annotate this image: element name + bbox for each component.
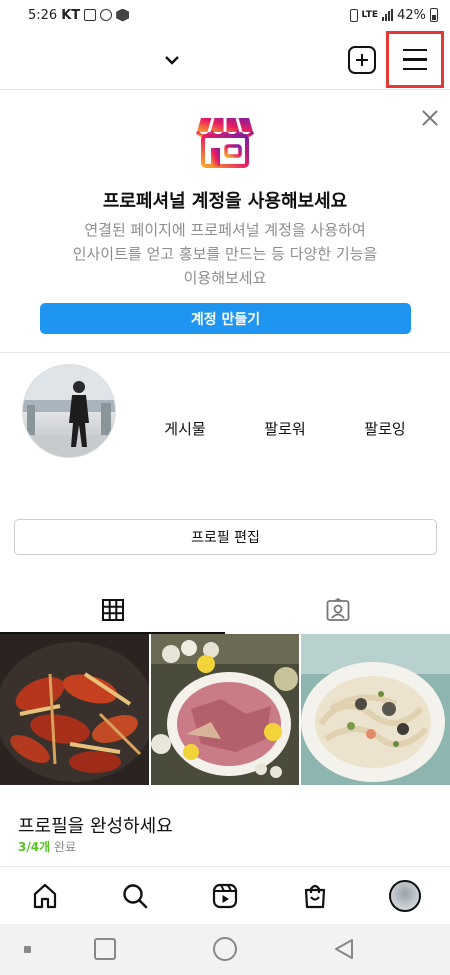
system-indicator-dot — [24, 946, 31, 953]
vibrate-icon — [349, 8, 358, 22]
home-icon — [33, 883, 57, 908]
promo-description-line: 이용해보세요 — [183, 269, 267, 287]
reels-icon — [212, 883, 238, 908]
status-left: 5:26 KT — [28, 7, 130, 23]
new-post-icon[interactable] — [348, 46, 376, 74]
chevron-down-icon[interactable] — [160, 48, 184, 72]
create-account-button[interactable]: 계정 만들기 — [40, 303, 411, 334]
system-nav-bar — [0, 924, 450, 975]
app-notification-icon — [116, 8, 130, 22]
profile-avatar-small — [389, 879, 421, 912]
status-network: LTE — [361, 10, 379, 20]
shop-icon — [304, 884, 326, 908]
nav-profile[interactable] — [383, 874, 427, 918]
followers-stat[interactable]: 팔로워 — [245, 418, 325, 439]
battery-icon — [430, 8, 438, 22]
status-bar: 5:26 KT LTE 42% — [0, 0, 450, 30]
gallery-icon — [84, 9, 97, 21]
search-icon — [123, 883, 148, 908]
promo-description-line: 연결된 페이지에 프로페셔널 계정을 사용하여 — [84, 221, 366, 239]
nav-shop[interactable] — [293, 874, 337, 918]
status-battery-text: 42% — [397, 7, 426, 23]
close-icon[interactable] — [420, 108, 440, 128]
top-divider — [0, 89, 450, 90]
home-button-icon[interactable] — [213, 937, 237, 961]
nav-home[interactable] — [23, 874, 67, 918]
following-stat[interactable]: 팔로잉 — [345, 418, 425, 439]
profile-completion-title: 프로필을 완성하세요 — [18, 816, 173, 837]
status-carrier: KT — [61, 7, 81, 23]
post-thumbnail[interactable] — [150, 634, 300, 785]
post-thumbnail[interactable] — [0, 634, 149, 785]
profile-top-bar — [0, 30, 450, 90]
tab-grid[interactable] — [0, 588, 225, 632]
post-thumbnail[interactable] — [301, 634, 450, 785]
promo-description-line: 인사이트를 얻고 홍보를 만드는 등 다양한 기능을 — [72, 245, 378, 263]
post-grid — [0, 634, 450, 785]
back-icon[interactable] — [333, 938, 355, 960]
menu-icon[interactable] — [386, 31, 444, 88]
grid-icon — [101, 599, 124, 621]
nav-reels[interactable] — [203, 874, 247, 918]
nfc-icon — [100, 9, 113, 21]
completion-count: 3/4개 — [18, 840, 51, 854]
promo-title: 프로페셔널 계정을 사용해보세요 — [102, 191, 348, 212]
profile-completion-progress: 3/4개 완료 — [18, 838, 76, 855]
tagged-icon — [326, 598, 349, 621]
recent-apps-icon[interactable] — [94, 938, 116, 960]
bottom-nav — [0, 866, 450, 924]
nav-search[interactable] — [113, 874, 157, 918]
promo-description: 연결된 페이지에 프로페셔널 계정을 사용하여 인사이트를 얻고 홍보를 만드는… — [40, 218, 410, 290]
posts-stat[interactable]: 게시물 — [145, 418, 225, 439]
shop-storefront-icon — [195, 114, 255, 170]
status-right: LTE 42% — [349, 7, 438, 23]
edit-profile-button[interactable]: 프로필 편집 — [14, 519, 437, 555]
profile-avatar[interactable] — [22, 364, 116, 458]
status-time: 5:26 — [28, 7, 58, 23]
completion-suffix: 완료 — [53, 840, 77, 854]
tab-tagged[interactable] — [225, 588, 450, 632]
signal-icon — [382, 9, 394, 21]
promo-divider — [0, 352, 450, 353]
